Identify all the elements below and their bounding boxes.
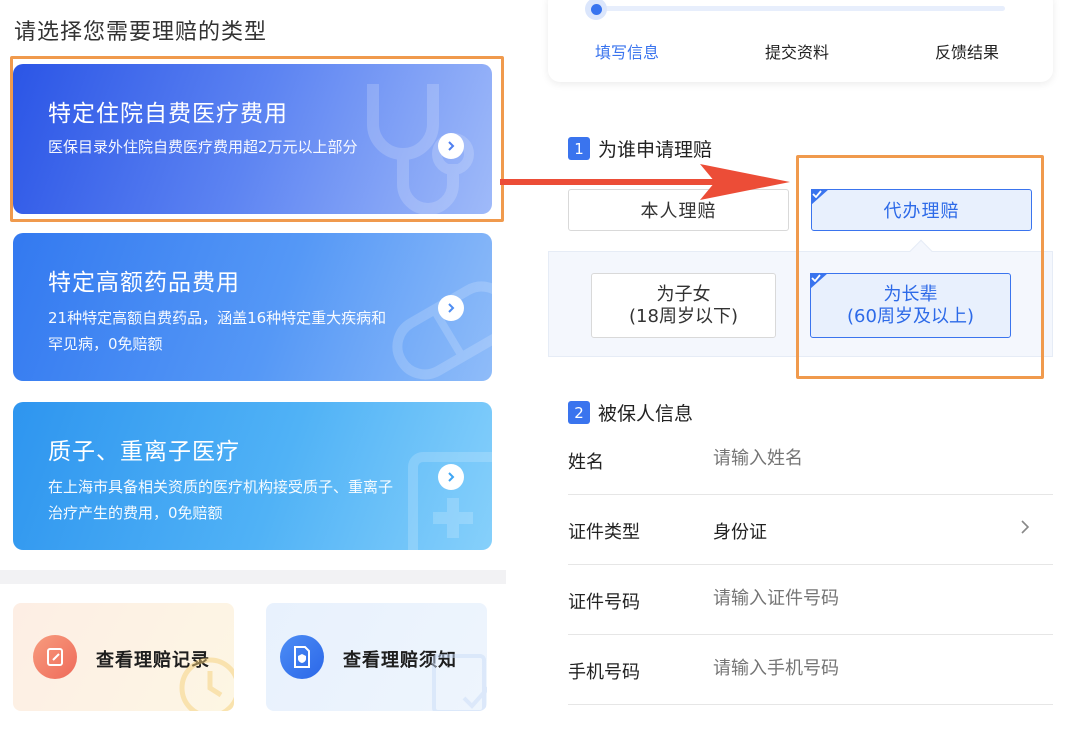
id-number-input[interactable]: [713, 588, 938, 609]
progress-steps: 填写信息 提交资料 反馈结果: [548, 0, 1053, 82]
field-label: 姓名: [568, 452, 604, 473]
field-label: 证件号码: [568, 592, 640, 613]
section-title: 为谁申请理赔: [598, 139, 713, 161]
field-label: 证件类型: [568, 522, 640, 543]
medical-document-icon: [408, 452, 492, 550]
step-feedback: 反馈结果: [935, 43, 1000, 62]
highlight-box-right: [796, 155, 1044, 379]
field-label: 手机号码: [568, 662, 640, 683]
highlight-box-left: [10, 56, 504, 222]
for-children-option[interactable]: 为子女 (18周岁以下): [591, 273, 776, 338]
section-number: 2: [568, 401, 590, 424]
form-row-id-number: 证件号码: [568, 565, 1053, 635]
option-sublabel: (18周岁以下): [629, 306, 738, 327]
id-type-select[interactable]: 身份证: [713, 518, 767, 544]
section-title: 被保人信息: [598, 403, 694, 425]
step-track: [596, 6, 1005, 11]
section-number: 1: [568, 137, 590, 160]
chevron-right-icon[interactable]: [438, 295, 464, 321]
card-title: 特定高额药品费用: [48, 270, 240, 296]
chevron-right-icon: [1021, 520, 1030, 534]
page-title: 请选择您需要理赔的类型: [14, 20, 268, 45]
claim-card-high-cost-drugs[interactable]: 特定高额药品费用 21种特定高额自费药品，涵盖16种特定重大疾病和罕见病，0免赔…: [13, 233, 492, 381]
card-description: 在上海市具备相关资质的医疗机构接受质子、重离子治疗产生的费用，0免赔额: [48, 478, 394, 522]
clock-icon: [179, 657, 234, 711]
shield-doc-icon: [280, 635, 324, 679]
section-divider: [0, 570, 506, 584]
claim-card-proton-therapy[interactable]: 质子、重离子医疗 在上海市具备相关资质的医疗机构接受质子、重离子治疗产生的费用，…: [13, 402, 492, 550]
section-header-applicant: 1 为谁申请理赔: [568, 135, 712, 162]
card-title: 质子、重离子医疗: [48, 439, 240, 465]
annotation-arrow-icon: [500, 164, 790, 200]
edit-record-icon: [33, 635, 77, 679]
step-submit-docs: 提交资料: [765, 43, 830, 62]
form-row-id-type[interactable]: 证件类型 身份证: [568, 495, 1053, 565]
chevron-right-icon[interactable]: [438, 464, 464, 490]
name-input[interactable]: [713, 448, 938, 469]
option-label: 为子女: [656, 284, 711, 305]
section-header-insured: 2 被保人信息: [568, 399, 693, 426]
phone-input[interactable]: [713, 658, 938, 679]
document-check-icon: [432, 654, 487, 711]
card-description: 21种特定高额自费药品，涵盖16种特定重大疾病和罕见病，0免赔额: [48, 309, 387, 353]
form-row-name: 姓名: [568, 425, 1053, 495]
active-step-dot: [585, 0, 607, 20]
step-fill-info: 填写信息: [595, 43, 660, 62]
view-claim-notice-button[interactable]: 查看理赔须知: [266, 603, 487, 711]
form-row-phone: 手机号码: [568, 635, 1053, 705]
view-claim-records-button[interactable]: 查看理赔记录: [13, 603, 234, 711]
